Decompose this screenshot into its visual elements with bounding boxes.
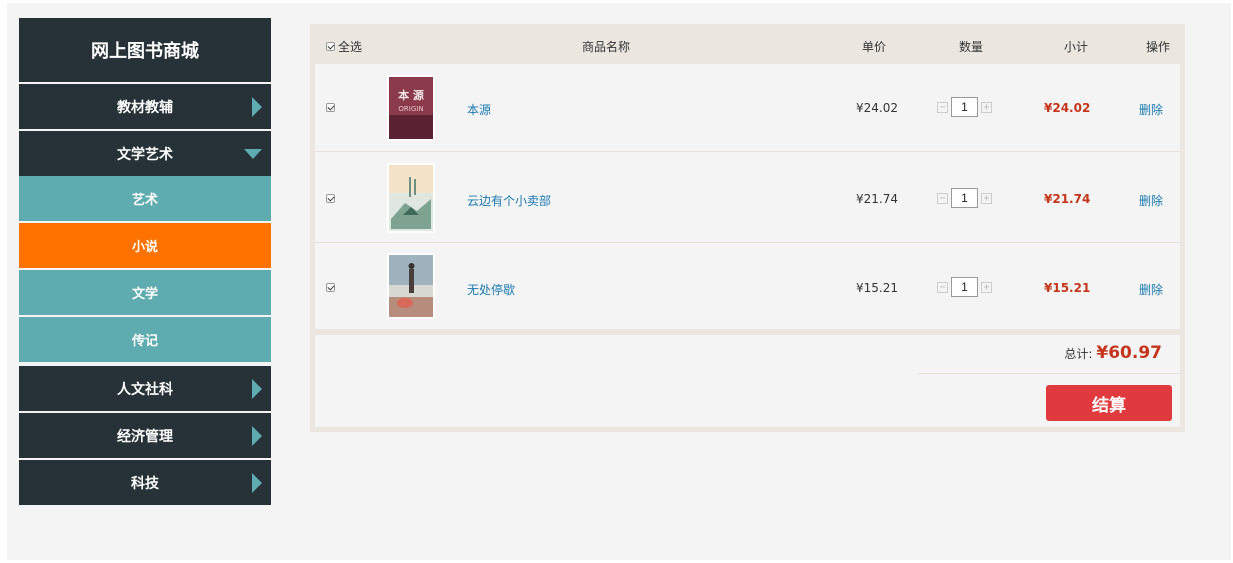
shopping-cart: 全选 商品名称 单价 数量 小计 操作 本 源 ORIGIN 本源 ¥24.02… xyxy=(310,24,1185,432)
category-economics[interactable]: 经济管理 xyxy=(19,413,271,458)
total-line: 总计: ¥60.97 xyxy=(1064,343,1162,363)
cover-subtitle: ORIGIN xyxy=(398,105,423,113)
select-all-label: 全选 xyxy=(338,40,363,54)
select-all-checkbox[interactable] xyxy=(326,42,335,51)
header-unit-price: 单价 xyxy=(862,40,887,54)
delete-link[interactable]: 删除 xyxy=(1139,101,1163,118)
item-subtotal: ¥15.21 xyxy=(1044,281,1091,295)
minus-icon[interactable]: − xyxy=(937,192,948,204)
item-subtotal: ¥24.02 xyxy=(1044,101,1091,115)
minus-icon[interactable]: − xyxy=(937,281,948,293)
quantity-stepper: − + xyxy=(937,277,992,297)
chevron-right-icon xyxy=(252,473,262,493)
subcategory-literature[interactable]: 文学 xyxy=(19,270,271,315)
book-cover-image[interactable] xyxy=(387,253,435,319)
subcategory-art[interactable]: 艺术 xyxy=(19,176,271,221)
total-label: 总计: xyxy=(1064,347,1093,361)
quantity-input[interactable] xyxy=(951,97,978,117)
item-unit-price: ¥24.02 xyxy=(856,101,898,115)
item-title-link[interactable]: 本源 xyxy=(467,101,491,118)
chevron-right-icon xyxy=(252,426,262,446)
item-unit-price: ¥15.21 xyxy=(856,281,898,295)
category-technology[interactable]: 科技 xyxy=(19,460,271,505)
cart-row: 本 源 ORIGIN 本源 ¥24.02 − + ¥24.02 删除 xyxy=(315,64,1180,152)
book-cover-image[interactable]: 本 源 ORIGIN xyxy=(387,75,435,141)
cart-row: 无处停歇 ¥15.21 − + ¥15.21 删除 xyxy=(315,243,1180,329)
minus-icon[interactable]: − xyxy=(937,101,948,113)
category-humanities[interactable]: 人文社科 xyxy=(19,366,271,411)
header-action: 操作 xyxy=(1146,40,1171,54)
delete-link[interactable]: 删除 xyxy=(1139,281,1163,298)
quantity-input[interactable] xyxy=(951,188,978,208)
item-subtotal: ¥21.74 xyxy=(1044,192,1091,206)
category-sidebar: 网上图书商城 教材教辅 文学艺术 艺术 小说 文学 传记 人文社科 经济管理 科… xyxy=(19,18,271,505)
cart-items: 本 源 ORIGIN 本源 ¥24.02 − + ¥24.02 删除 xyxy=(315,64,1180,329)
plus-icon[interactable]: + xyxy=(981,192,992,204)
item-checkbox[interactable] xyxy=(326,103,335,112)
chevron-down-icon xyxy=(244,149,262,159)
summary-divider xyxy=(918,373,1180,374)
plus-icon[interactable]: + xyxy=(981,281,992,293)
item-checkbox[interactable] xyxy=(326,283,335,292)
item-title-link[interactable]: 无处停歇 xyxy=(467,281,515,298)
header-name: 商品名称 xyxy=(582,40,631,54)
category-label: 经济管理 xyxy=(117,428,173,445)
category-textbooks[interactable]: 教材教辅 xyxy=(19,84,271,129)
site-title: 网上图书商城 xyxy=(19,18,271,82)
book-cover-image[interactable] xyxy=(387,163,435,233)
category-literature-art[interactable]: 文学艺术 xyxy=(19,131,271,176)
quantity-input[interactable] xyxy=(951,277,978,297)
category-label: 教材教辅 xyxy=(117,99,173,116)
header-subtotal: 小计 xyxy=(1064,40,1089,54)
subcategory-biography[interactable]: 传记 xyxy=(19,317,271,362)
category-label: 科技 xyxy=(131,475,159,492)
checkout-button[interactable]: 结算 xyxy=(1046,385,1172,421)
chevron-right-icon xyxy=(252,97,262,117)
cart-header: 全选 商品名称 单价 数量 小计 操作 xyxy=(310,24,1185,64)
subcategory-novel[interactable]: 小说 xyxy=(19,223,271,268)
category-label: 人文社科 xyxy=(117,381,173,398)
plus-icon[interactable]: + xyxy=(981,101,992,113)
cart-summary: 总计: ¥60.97 结算 xyxy=(315,335,1180,427)
chevron-right-icon xyxy=(252,379,262,399)
select-all[interactable]: 全选 xyxy=(326,38,362,55)
cart-row: 云边有个小卖部 ¥21.74 − + ¥21.74 删除 xyxy=(315,152,1180,243)
quantity-stepper: − + xyxy=(937,97,992,117)
header-quantity: 数量 xyxy=(959,40,984,54)
total-value: ¥60.97 xyxy=(1096,343,1162,363)
item-title-link[interactable]: 云边有个小卖部 xyxy=(467,192,551,209)
cover-title: 本 源 xyxy=(398,88,424,102)
item-checkbox[interactable] xyxy=(326,194,335,203)
delete-link[interactable]: 删除 xyxy=(1139,192,1163,209)
item-unit-price: ¥21.74 xyxy=(856,192,898,206)
category-label: 文学艺术 xyxy=(117,146,173,163)
quantity-stepper: − + xyxy=(937,188,992,208)
